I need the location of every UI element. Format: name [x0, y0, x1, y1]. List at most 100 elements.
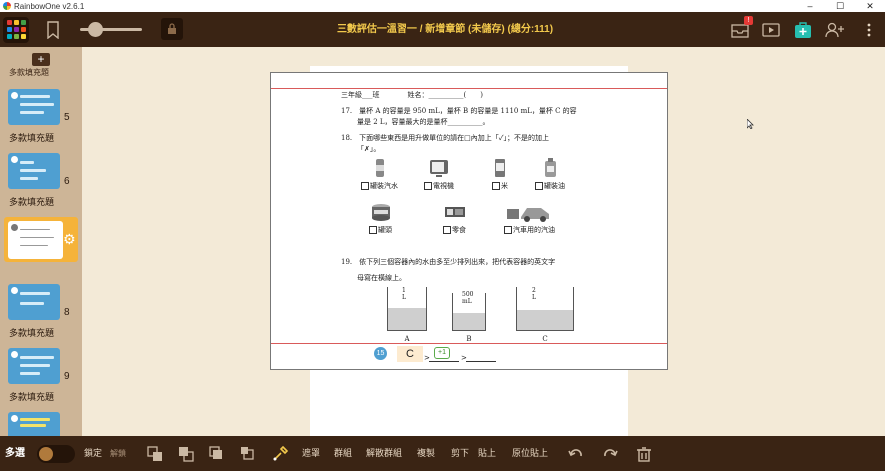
gear-icon[interactable]: ⚙ — [63, 232, 77, 246]
more-vertical-icon — [867, 23, 871, 37]
slide-number: 6 — [64, 176, 70, 187]
item-checkbox[interactable] — [369, 226, 377, 234]
cut-action[interactable]: 剪下 — [451, 436, 469, 471]
slide-label: 多款填充題 — [9, 133, 55, 143]
add-user-button[interactable] — [824, 19, 846, 41]
question-18-line-1: 18. 下面哪些東西是用升做單位的請在□內加上「✓」；不是的加上 — [341, 134, 550, 142]
thumb-line — [20, 111, 44, 114]
beaker-letter: C — [542, 335, 548, 343]
slide-sidebar[interactable]: + 多款填充題 5 多款填充題 6 多款填充題 ⚙ 8 多款填充題 9 多款填充… — [0, 47, 82, 436]
slide-preview — [8, 89, 60, 125]
notifications-button[interactable]: ! — [729, 16, 753, 41]
redo-icon[interactable] — [602, 446, 618, 462]
lock-icon — [168, 23, 176, 34]
bookmark-icon — [47, 20, 59, 39]
play-icon — [762, 23, 780, 37]
thumb-dot — [11, 92, 18, 99]
grid-dot-icon — [13, 27, 19, 32]
item-checkbox[interactable] — [424, 182, 432, 190]
footer-rule — [271, 343, 667, 344]
editor-canvas[interactable]: 三年級___班 姓名：__________( ) 17. 量杯 A 的容量是 9… — [82, 47, 885, 436]
item-checkbox[interactable] — [535, 182, 543, 190]
bring-forward-icon[interactable] — [209, 446, 225, 462]
window-title-bar: RainbowOne v2.6.1 – ☐ ✕ — [0, 0, 885, 12]
slide-number: 8 — [64, 307, 70, 318]
lock-action[interactable]: 鎖定 — [84, 436, 102, 471]
thumb-line — [20, 95, 50, 98]
slide-preview — [8, 284, 60, 320]
item-checkbox[interactable] — [443, 226, 451, 234]
thumb-line — [20, 177, 38, 180]
maximize-button[interactable]: ☐ — [825, 1, 855, 12]
snack-pack-icon — [444, 207, 465, 217]
item-checkbox[interactable] — [361, 182, 369, 190]
thumb-line — [20, 292, 50, 295]
header-rule — [271, 88, 667, 89]
thumb-line — [20, 229, 50, 230]
minimize-button[interactable]: – — [795, 1, 825, 12]
tin-can-icon — [371, 204, 390, 221]
paste-in-place-action[interactable]: 原位貼上 — [512, 436, 548, 471]
play-button[interactable] — [760, 19, 782, 41]
trash-icon[interactable] — [636, 446, 652, 462]
mask-action[interactable]: 遮罩 — [302, 436, 320, 471]
bottom-toolbar: 多選 鎖定 解鎖 遮罩 群組 解散群組 複製 剪下 貼上 原位貼上 — [0, 436, 885, 471]
item-car-petrol: 汽車用的汽油 — [504, 201, 555, 235]
item-label: 罐頭 — [378, 226, 392, 234]
close-window-button[interactable]: ✕ — [855, 1, 885, 12]
send-back-icon[interactable] — [178, 446, 194, 462]
window-controls: – ☐ ✕ — [795, 1, 885, 12]
ungroup-action[interactable]: 解散群組 — [366, 436, 402, 471]
answer-blank-2[interactable] — [429, 361, 459, 362]
apps-grid-button[interactable] — [3, 16, 29, 43]
more-menu-button[interactable] — [858, 19, 880, 41]
answer-input-1[interactable]: C — [397, 346, 423, 362]
unlock-action[interactable]: 解鎖 — [110, 436, 126, 471]
thumb-dot — [11, 224, 18, 231]
thumb-line — [20, 356, 54, 359]
zoom-slider[interactable] — [80, 22, 142, 37]
thumb-dot — [11, 156, 18, 163]
thumb-line — [20, 418, 50, 421]
bookmark-button[interactable] — [43, 17, 63, 43]
zoom-slider-knob[interactable] — [88, 22, 103, 37]
slide-preview — [8, 221, 63, 259]
beaker-capacity: 1 L — [402, 287, 406, 301]
rice-bag-icon — [495, 159, 505, 177]
bring-front-icon[interactable] — [147, 446, 163, 462]
undo-icon[interactable] — [568, 446, 584, 462]
thumb-line — [20, 161, 34, 164]
grid-dot-icon — [20, 34, 26, 39]
paste-action[interactable]: 貼上 — [478, 436, 496, 471]
item-label: 罐裝汽水 — [370, 182, 398, 190]
question-17-line-1: 17. 量杯 A 的容量是 950 mL，量杯 B 的容量是 1110 mL，量… — [341, 107, 577, 115]
tools-icon[interactable] — [272, 446, 288, 462]
add-slide-button[interactable]: + — [32, 53, 50, 66]
window-title: RainbowOne v2.6.1 — [14, 1, 85, 11]
thumb-line — [20, 169, 46, 172]
multi-select-toggle[interactable] — [37, 445, 75, 463]
item-label: 汽車用的汽油 — [513, 226, 555, 234]
score-plus-badge[interactable]: +1 — [434, 347, 450, 359]
grid-dot-icon — [6, 34, 12, 39]
item-label: 零食 — [452, 226, 466, 234]
thumb-line — [20, 372, 40, 375]
item-checkbox[interactable] — [504, 226, 512, 234]
copy-action[interactable]: 複製 — [417, 436, 435, 471]
item-checkbox[interactable] — [492, 182, 500, 190]
exam-page[interactable]: 三年級___班 姓名：__________( ) 17. 量杯 A 的容量是 9… — [270, 72, 668, 370]
lock-button[interactable] — [161, 18, 183, 40]
answer-blank-3[interactable] — [466, 361, 496, 362]
beaker-letter: B — [466, 335, 472, 343]
document-title: 三數評估一溫習一 / 新增章節 (未儲存) (總分:111) — [336, 24, 554, 35]
beaker-water — [388, 308, 426, 330]
slide-number: 5 — [64, 112, 70, 123]
question-17-line-2: 量是 2 L，容量最大的是量杯__________。 — [357, 118, 490, 126]
slide-label: 多款填充題 — [9, 197, 55, 207]
group-action[interactable]: 群組 — [334, 436, 352, 471]
thumb-line — [20, 103, 54, 106]
top-toolbar: 三數評估一溫習一 / 新增章節 (未儲存) (總分:111) ! — [0, 12, 885, 47]
send-backward-icon[interactable] — [240, 446, 256, 462]
add-page-button[interactable] — [792, 19, 814, 41]
item-television: 電視機 — [424, 157, 454, 191]
